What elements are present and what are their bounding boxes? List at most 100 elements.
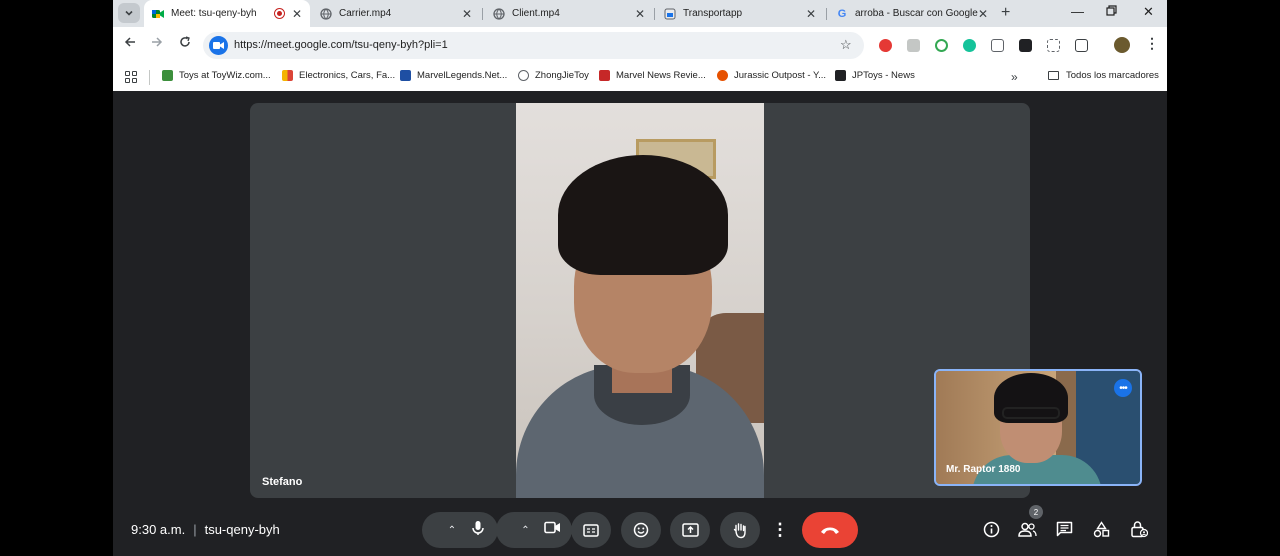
globe-icon [518,70,529,81]
tab-title: arroba - Buscar con Google [855,8,978,19]
folder-label: Todos los marcadores [1066,70,1159,81]
folder-icon [1048,71,1059,80]
jptoys-icon [835,70,846,81]
jurassic-outpost-icon [717,70,728,81]
present-button[interactable] [670,512,710,548]
qr-code-icon[interactable] [1047,39,1060,52]
participant-video [516,103,764,498]
microphone-icon[interactable] [470,520,486,541]
self-view-tile[interactable]: Mr. Raptor 1880 ••• [934,369,1142,486]
marvellegends-icon [400,70,411,81]
raise-hand-button[interactable] [720,512,760,548]
tab-transportapp[interactable]: Transportapp ✕ [656,0,824,27]
close-icon[interactable]: ✕ [633,7,647,21]
camera-icon[interactable] [543,521,561,539]
new-tab-button[interactable]: + [1001,4,1010,22]
opera-extension-icon[interactable] [879,39,892,52]
terminal-extension-icon[interactable] [1019,39,1032,52]
meeting-code: tsu-qeny-byh [204,522,280,537]
avatar[interactable] [1114,37,1130,53]
close-icon[interactable]: ✕ [290,7,304,21]
present-screen-icon [681,523,699,537]
forward-button[interactable] [151,36,163,51]
chat-button[interactable] [1054,519,1074,539]
tab-search-button[interactable] [118,3,140,23]
arrow-right-icon [152,37,163,47]
audio-options-chevron-icon[interactable]: ⌃ [434,525,470,536]
meet-icon [152,8,164,20]
bookmark-item[interactable]: Electronics, Cars, Fa... [282,70,395,81]
activities-button[interactable] [1091,519,1111,539]
more-bookmarks-button[interactable]: » [1011,70,1018,84]
refresh-extension-icon[interactable] [935,39,948,52]
bookmark-item[interactable]: Jurassic Outpost - Y... [717,70,826,81]
screenshot-extension-icon[interactable] [991,39,1004,52]
shop-icon [282,70,293,81]
hang-up-icon [821,527,839,534]
captions-icon [583,523,599,537]
apps-icon[interactable] [125,71,137,83]
tab-google-search[interactable]: G arroba - Buscar con Google ✕ [828,0,996,27]
minimize-button[interactable]: — [1071,4,1084,19]
bookmark-label: JPToys - News [852,70,915,81]
browser-window: Meet: tsu-qeny-byh ✕ Carrier.mp4 ✕ Clien… [113,0,1167,556]
google-icon: G [837,7,847,20]
reactions-button[interactable] [621,512,661,548]
close-icon[interactable]: ✕ [804,7,818,21]
microphone-control[interactable]: ⌃ [422,512,498,548]
back-button[interactable] [124,36,136,51]
bookmark-label: Electronics, Cars, Fa... [299,70,396,81]
meeting-info: 9:30 a.m. | tsu-qeny-byh [131,522,280,537]
hand-icon [733,522,746,538]
people-icon [1017,522,1037,537]
main-video-tile[interactable]: Stefano [250,103,1030,498]
meeting-details-button[interactable] [981,519,1001,539]
more-options-icon[interactable]: ••• [1114,379,1132,397]
address-bar[interactable]: https://meet.google.com/tsu-qeny-byh?pli… [203,32,864,59]
bookmark-item[interactable]: Toys at ToyWiz.com... [162,70,271,81]
toywiz-icon [162,70,173,81]
captions-button[interactable] [571,512,611,548]
self-participant-name: Mr. Raptor 1880 [946,464,1021,475]
chat-icon [1056,521,1072,537]
site-info-icon[interactable] [209,36,228,55]
tab-separator [826,8,827,20]
puzzle-icon[interactable] [1075,39,1088,52]
bookmark-label: Jurassic Outpost - Y... [734,70,827,81]
bookmark-label: Marvel News Revie... [616,70,706,81]
arrow-left-icon [124,37,135,47]
restore-button[interactable] [1106,4,1117,19]
people-button[interactable] [1017,519,1037,539]
extension-icon[interactable] [907,39,920,52]
tab-title: Transportapp [683,8,743,19]
participant-hair [558,155,728,275]
bookmarks-separator [149,70,150,85]
bookmark-item[interactable]: ZhongJieToy [518,70,589,81]
star-icon[interactable]: ☆ [840,37,852,53]
reload-button[interactable] [179,36,191,51]
close-window-button[interactable]: ✕ [1143,4,1154,20]
tab-meet[interactable]: Meet: tsu-qeny-byh ✕ [144,0,310,27]
close-icon[interactable]: ✕ [460,7,474,21]
lock-person-icon [1131,521,1148,538]
tab-carrier[interactable]: Carrier.mp4 ✕ [312,0,480,27]
leave-call-button[interactable] [802,512,858,548]
video-options-chevron-icon[interactable]: ⌃ [508,525,544,536]
all-bookmarks-folder[interactable]: Todos los marcadores [1048,70,1159,81]
self-glasses [1002,407,1060,419]
bookmark-item[interactable]: MarvelLegends.Net... [400,70,507,81]
tab-client[interactable]: Client.mp4 ✕ [485,0,653,27]
tab-title: Carrier.mp4 [339,8,392,19]
more-options-button[interactable]: ⋮ [762,512,798,548]
bookmark-label: ZhongJieToy [535,70,589,81]
camera-control[interactable]: ⌃ [496,512,572,548]
bookmark-item[interactable]: Marvel News Revie... [599,70,706,81]
bookmark-label: MarvelLegends.Net... [417,70,508,81]
grammarly-icon[interactable] [963,39,976,52]
participant-count-badge: 2 [1029,505,1043,519]
browser-menu-button[interactable]: ⋮ [1145,35,1159,52]
bookmark-item[interactable]: JPToys - News [835,70,915,81]
more-vert-icon: ⋮ [771,520,789,539]
host-controls-button[interactable] [1129,519,1149,539]
close-icon[interactable]: ✕ [976,7,990,21]
